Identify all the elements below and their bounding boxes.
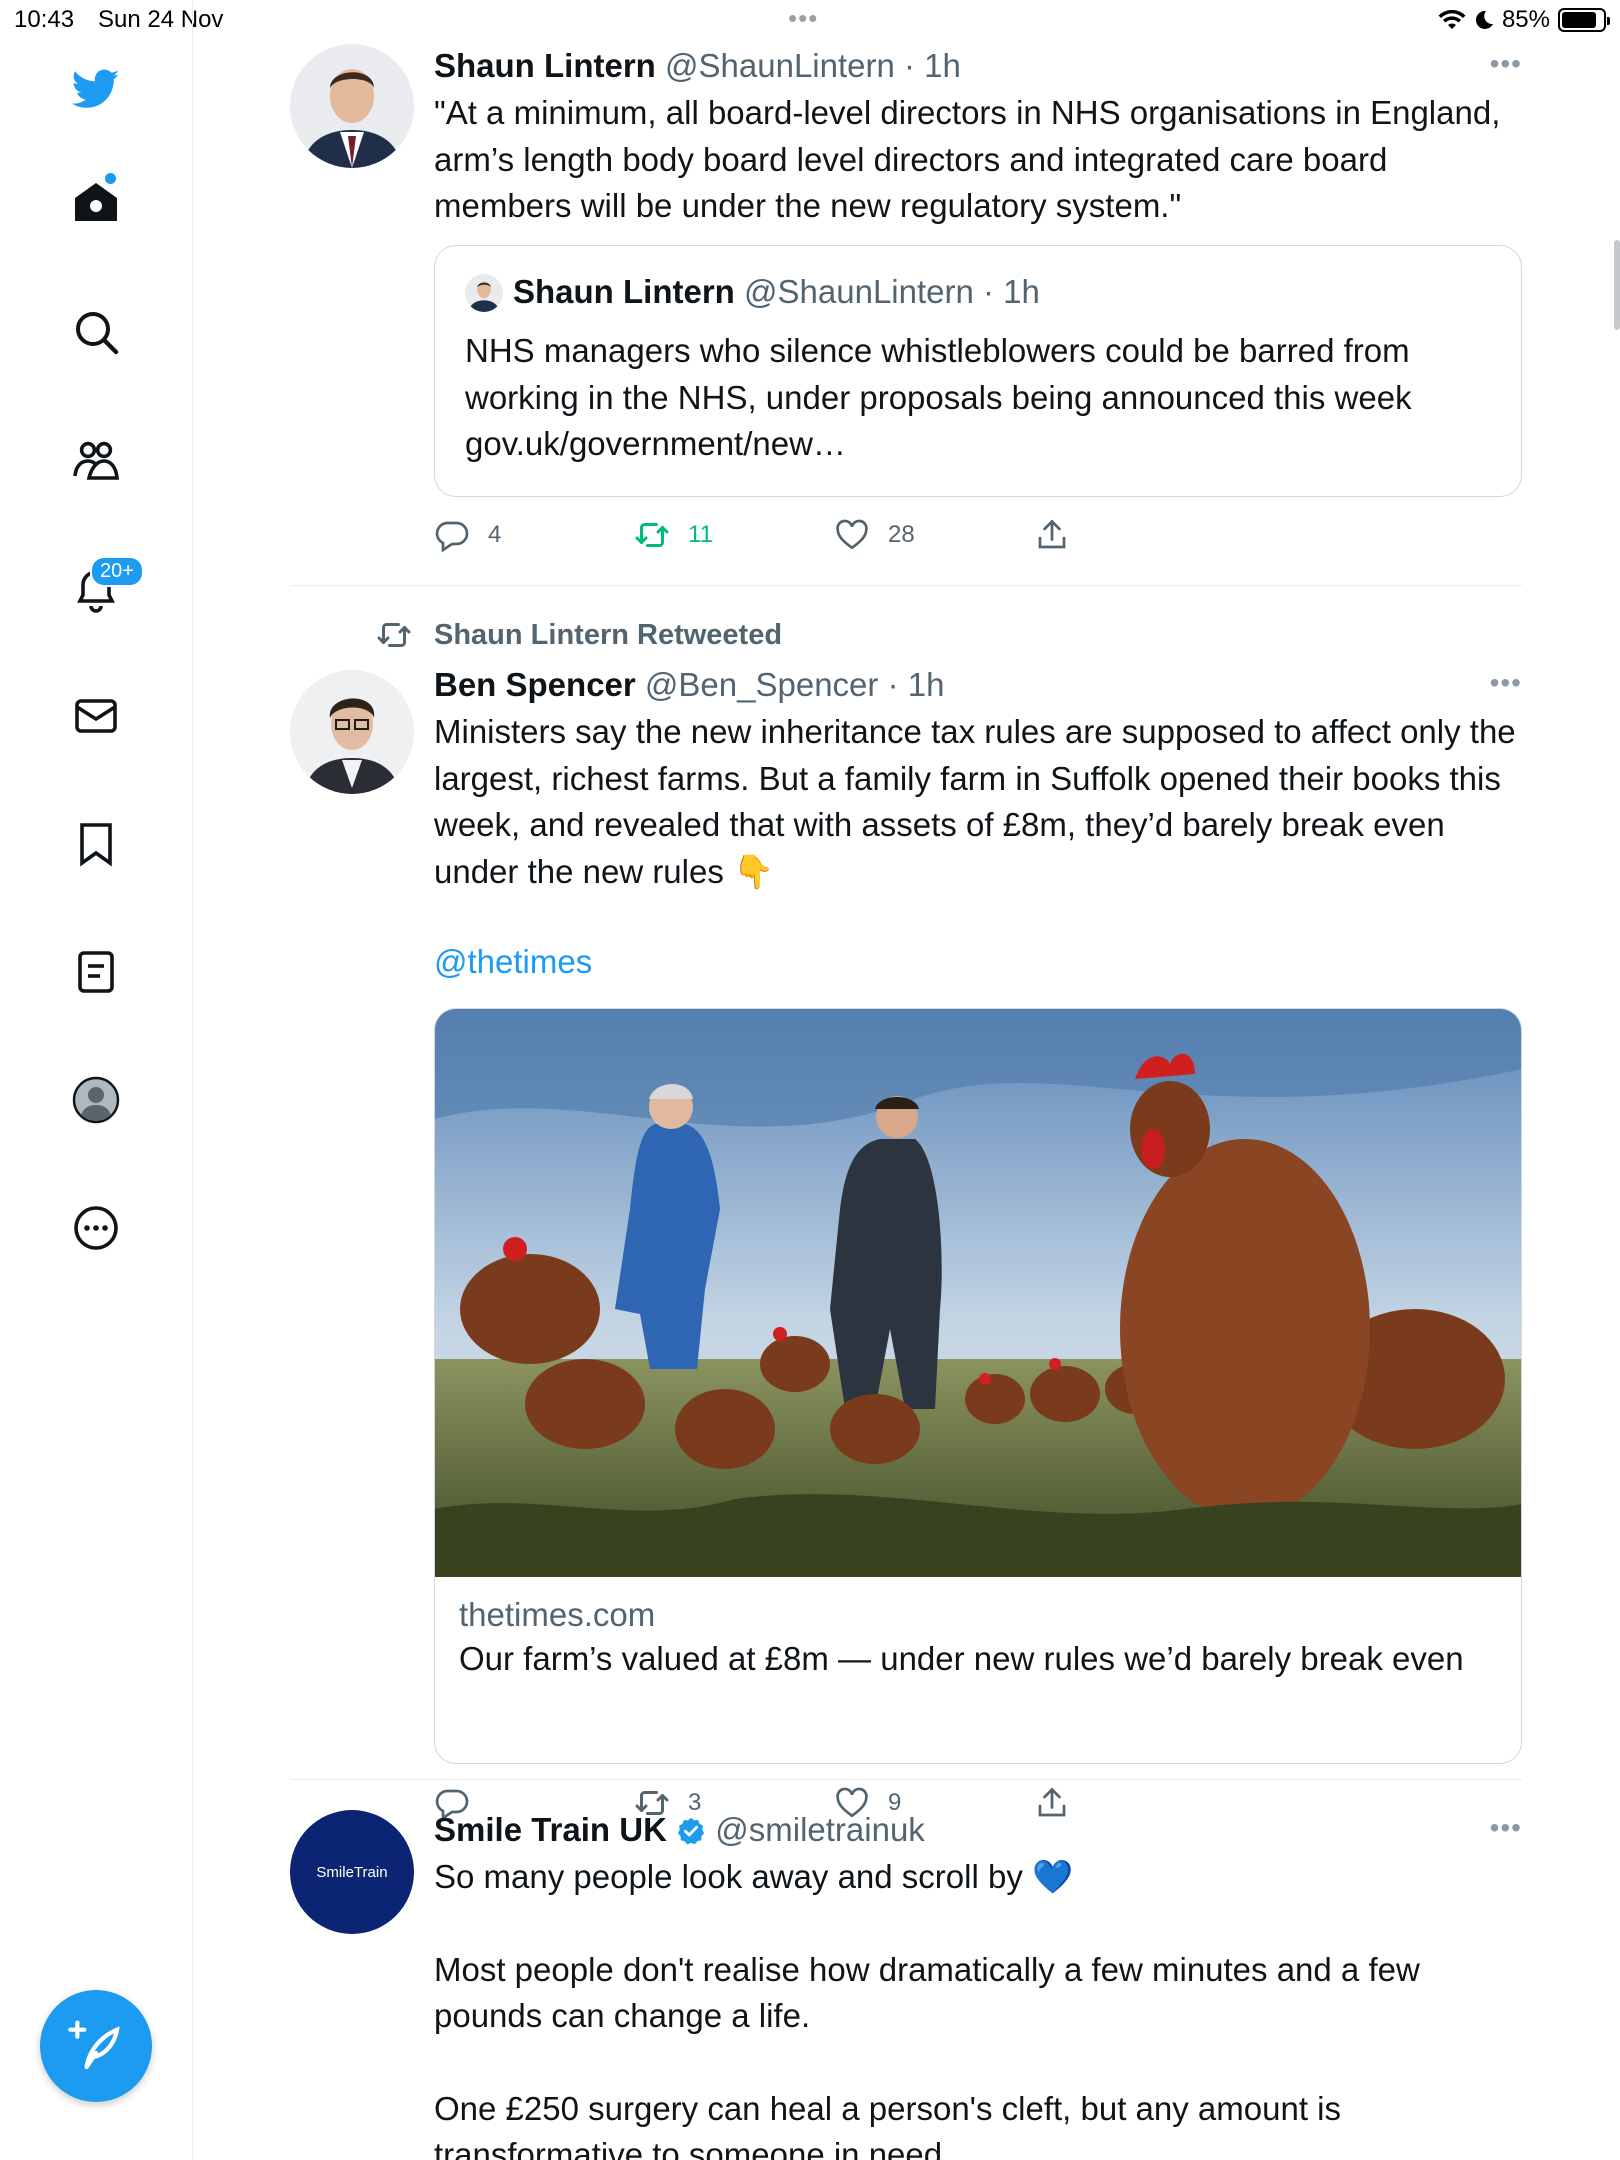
author-name[interactable]: Ben Spencer xyxy=(434,666,636,703)
retweeted-by-label[interactable]: Shaun Lintern Retweeted xyxy=(434,619,782,652)
quote-header: Shaun Lintern @ShaunLintern · 1h xyxy=(513,270,1040,314)
bookmark-icon[interactable] xyxy=(62,810,130,878)
home-unread-dot xyxy=(105,173,116,184)
tweet-more-button[interactable]: ••• xyxy=(1490,54,1522,74)
author-handle[interactable]: @Ben_Spencer xyxy=(645,666,878,703)
quote-avatar xyxy=(465,274,503,312)
retweet-context-icon xyxy=(374,617,414,653)
tweet-text: Ministers say the new inheritance tax ru… xyxy=(434,709,1522,895)
wifi-icon xyxy=(1438,9,1466,31)
retweet-icon xyxy=(634,517,670,553)
tweet-content: Ben Spencer @Ben_Spencer · 1h ••• Minist… xyxy=(434,663,1522,986)
tweet-content: Smile Train UK @smiletrainuk ••• So many… xyxy=(434,1808,1522,2160)
reply-button[interactable]: 4 xyxy=(434,517,501,553)
author-name[interactable]: Shaun Lintern xyxy=(434,47,656,84)
tweet-content: Shaun Lintern @ShaunLintern · 1h ••• "At… xyxy=(434,44,1522,230)
retweet-button[interactable]: 11 xyxy=(634,517,713,553)
profile-avatar-icon[interactable] xyxy=(62,1066,130,1134)
tweet-more-button[interactable]: ••• xyxy=(1490,1818,1522,1838)
status-indicators: 85% xyxy=(1438,6,1606,34)
like-count: 28 xyxy=(888,521,915,549)
link-card[interactable]: thetimes.com Our farm’s valued at £8m — … xyxy=(434,1008,1522,1764)
more-options-circle-icon[interactable] xyxy=(62,1194,130,1262)
battery-icon xyxy=(1558,8,1606,32)
link-card-title: Our farm’s valued at £8m — under new rul… xyxy=(459,1637,1497,1681)
tweet-time: · 1h xyxy=(904,47,961,84)
smile-train-logo-text: SmileTrain xyxy=(316,1864,387,1881)
tweet-text-line-1: So many people look away and scroll by 💙 xyxy=(434,1854,1522,1901)
tweet-header: Smile Train UK @smiletrainuk xyxy=(434,1808,1522,1852)
share-button[interactable] xyxy=(1034,517,1070,553)
tweet-more-button[interactable]: ••• xyxy=(1490,673,1522,693)
compose-feather-icon xyxy=(68,2018,124,2074)
avatar[interactable] xyxy=(290,670,414,794)
search-icon[interactable] xyxy=(62,298,130,366)
quote-time: · 1h xyxy=(983,273,1040,310)
reply-icon xyxy=(434,517,470,553)
tweet-header: Shaun Lintern @ShaunLintern · 1h xyxy=(434,44,1522,88)
verified-badge-icon xyxy=(676,1816,706,1846)
mention-link[interactable]: @thetimes xyxy=(434,943,592,980)
quote-author-handle: @ShaunLintern xyxy=(744,273,974,310)
tweet-divider xyxy=(290,1779,1522,1780)
tweet-text-line-3: One £250 surgery can heal a person's cle… xyxy=(434,2086,1522,2160)
tweet-text-line-2: Most people don't realise how dramatical… xyxy=(434,1947,1522,2040)
tweet-divider xyxy=(290,585,1522,586)
link-card-image xyxy=(435,1009,1521,1577)
quote-author-name: Shaun Lintern xyxy=(513,273,735,310)
notifications-badge: 20+ xyxy=(90,556,144,587)
avatar[interactable] xyxy=(290,44,414,168)
tweet-text: "At a minimum, all board-level directors… xyxy=(434,90,1522,230)
multitasking-dots[interactable]: ••• xyxy=(788,8,818,28)
scrollbar[interactable] xyxy=(1614,240,1620,330)
heart-icon xyxy=(834,517,870,553)
link-card-domain: thetimes.com xyxy=(459,1593,1497,1637)
quote-text: NHS managers who silence whistleblowers … xyxy=(465,328,1485,468)
smile-train-avatar[interactable]: SmileTrain xyxy=(290,1810,414,1934)
like-button[interactable]: 28 xyxy=(834,517,915,553)
moon-icon xyxy=(1474,9,1494,31)
communities-icon[interactable] xyxy=(62,426,130,494)
twitter-logo-icon[interactable] xyxy=(62,55,130,123)
quoted-tweet[interactable]: Shaun Lintern @ShaunLintern · 1h NHS man… xyxy=(434,245,1522,497)
tweet-time: · 1h xyxy=(888,666,945,703)
tweet-actions: 4 11 28 xyxy=(434,517,1074,557)
home-icon[interactable] xyxy=(62,168,130,236)
retweet-context: Shaun Lintern Retweeted xyxy=(374,615,782,655)
author-handle[interactable]: @ShaunLintern xyxy=(665,47,895,84)
reply-count: 4 xyxy=(488,521,501,549)
messages-envelope-icon[interactable] xyxy=(62,682,130,750)
author-name[interactable]: Smile Train UK xyxy=(434,1811,667,1848)
retweet-count: 11 xyxy=(688,521,713,549)
share-icon xyxy=(1034,517,1070,553)
author-handle[interactable]: @smiletrainuk xyxy=(715,1811,925,1848)
lists-icon[interactable] xyxy=(62,938,130,1006)
tweet-header: Ben Spencer @Ben_Spencer · 1h xyxy=(434,663,1522,707)
sidebar: 20+ xyxy=(0,0,193,2160)
status-bar: 10:43 Sun 24 Nov ••• 85% xyxy=(0,0,1620,40)
compose-tweet-button[interactable] xyxy=(40,1990,152,2102)
battery-percent: 85% xyxy=(1502,6,1550,34)
link-card-meta: thetimes.com Our farm’s valued at £8m — … xyxy=(435,1577,1521,1695)
